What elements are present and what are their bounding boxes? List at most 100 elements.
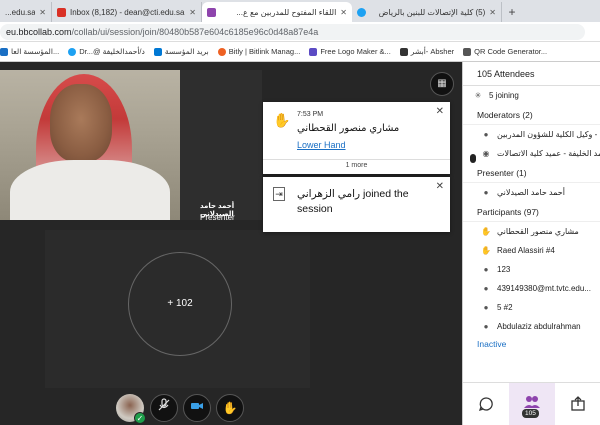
video-person-face xyxy=(50,84,112,162)
browser-tab-bar: ...edu.sa ✕ Inbox (8,182) - dean@cti.edu… xyxy=(0,0,600,22)
attendee-row[interactable]: ✋ Raed Alassiri #4 xyxy=(463,241,600,260)
bookmark-item[interactable]: المؤسسة العا... xyxy=(0,47,59,56)
browser-tab-twitter[interactable]: (5) كلية الإتصالات للبنين بالرياض ✕ xyxy=(352,2,502,22)
new-tab-button[interactable]: + xyxy=(502,2,522,22)
mic-muted-button[interactable] xyxy=(150,394,178,422)
document-icon xyxy=(399,47,408,56)
bookmark-item[interactable]: أبشر- Absher xyxy=(399,47,455,56)
bookmark-label: QR Code Generator... xyxy=(474,47,548,56)
twitter-icon xyxy=(357,7,366,17)
user-icon: ● xyxy=(483,130,489,139)
bookmark-icon xyxy=(0,47,8,56)
share-content-button[interactable] xyxy=(555,383,600,425)
close-tab-icon[interactable]: ✕ xyxy=(340,8,347,17)
attendees-icon xyxy=(524,396,540,408)
browser-tab-inbox[interactable]: Inbox (8,182) - dean@cti.edu.sa ✕ xyxy=(52,2,202,22)
join-notification: ⇥ رامي الزهراني joined the session ✕ xyxy=(263,177,450,232)
presenter-video[interactable] xyxy=(0,70,180,220)
camera-button[interactable] xyxy=(183,394,211,422)
attendee-row[interactable]: ● 5 #2 xyxy=(463,298,600,317)
attendees-header: 105 Attendees xyxy=(463,62,600,86)
bookmark-label: Free Logo Maker &... xyxy=(320,47,391,56)
attendee-row[interactable]: ● 123 xyxy=(463,260,600,279)
tab-title: اللقاء المفتوح للمدربين مع ع... xyxy=(236,7,337,17)
attendee-name: مشاري منصور القحطاني xyxy=(497,227,579,236)
more-notifications-link[interactable]: 1 more xyxy=(263,159,450,169)
attendee-row[interactable]: ✋ مشاري منصور القحطاني xyxy=(463,222,600,241)
attendee-name: 123 xyxy=(497,265,511,274)
twitter-icon xyxy=(68,47,77,56)
hand-icon: ✋ xyxy=(481,246,491,255)
bookmark-label: Bitly | Bitlink Manag... xyxy=(228,47,301,56)
hand-icon: ✋ xyxy=(273,112,291,128)
attendee-name: Raed Alassiri #4 xyxy=(497,246,555,255)
bookmark-label: Dr...@ د/أحمدالخليفة xyxy=(79,47,145,56)
joining-label: 5 joining xyxy=(489,91,519,100)
bookmark-item[interactable]: Free Logo Maker &... xyxy=(309,47,391,56)
presenter-role: Presenter xyxy=(200,213,235,222)
layout-toggle-button[interactable]: ▦ xyxy=(430,72,454,96)
enter-icon: ⇥ xyxy=(273,187,285,201)
bookmark-item[interactable]: بريد المؤسسة xyxy=(153,47,209,56)
attendee-name: 5 #2 xyxy=(497,303,513,312)
attendee-row[interactable]: ● Abdulaziz abdulrahman xyxy=(463,317,600,336)
video-person-body xyxy=(10,160,170,220)
attendee-row[interactable]: ● 439149380@mt.tvtc.edu... xyxy=(463,279,600,298)
bitly-icon xyxy=(217,47,226,56)
tab-title: Inbox (8,182) - dean@cti.edu.sa xyxy=(70,7,185,17)
chat-icon xyxy=(478,397,493,412)
lower-hand-link[interactable]: Lower Hand xyxy=(297,140,346,150)
my-avatar[interactable]: ✓ xyxy=(116,394,146,424)
bookmark-label: بريد المؤسسة xyxy=(164,47,209,56)
close-icon[interactable]: ✕ xyxy=(436,181,444,192)
camera-icon xyxy=(191,403,203,409)
attendee-name: أحمد الخليفة - عميد كلية الاتصالات xyxy=(497,149,600,158)
tab-title: (5) كلية الإتصالات للبنين بالرياض xyxy=(378,7,486,17)
panel-footer: 105 xyxy=(463,382,600,425)
bookmark-item[interactable]: Bitly | Bitlink Manag... xyxy=(217,47,301,56)
attendee-row[interactable]: ● وكيل الكلية للشؤون المدربين - ... xyxy=(463,125,600,144)
user-icon: ● xyxy=(483,322,489,331)
overflow-participants-circle[interactable]: + 102 xyxy=(128,252,232,356)
inactive-section[interactable]: Inactive xyxy=(463,336,600,352)
avatar: ◉ xyxy=(482,149,490,158)
share-icon xyxy=(571,396,585,411)
user-icon: ● xyxy=(483,284,489,293)
bookmark-item[interactable]: QR Code Generator... xyxy=(463,47,547,56)
chat-button[interactable] xyxy=(463,383,509,425)
qr-code-icon xyxy=(463,47,472,56)
presenter-header[interactable]: Presenter (1) xyxy=(463,163,600,183)
attendees-button[interactable]: 105 xyxy=(509,383,555,425)
close-icon[interactable]: ✕ xyxy=(436,106,444,117)
bookmark-label: المؤسسة العا... xyxy=(11,47,60,56)
browser-tab-1[interactable]: ...edu.sa ✕ xyxy=(0,2,52,22)
attendees-panel: 105 Attendees ✳ 5 joining Moderators (2) … xyxy=(462,62,600,425)
bookmark-item[interactable]: Dr...@ د/أحمدالخليفة xyxy=(68,47,145,56)
notification-name: مشاري منصور القحطاني xyxy=(297,123,400,134)
close-tab-icon[interactable]: ✕ xyxy=(189,8,196,17)
participants-header[interactable]: Participants (97) xyxy=(463,202,600,222)
browser-tab-session[interactable]: اللقاء المفتوح للمدربين مع ع... ✕ xyxy=(202,2,352,22)
moderators-header[interactable]: Moderators (2) xyxy=(463,105,600,125)
notification-message: رامي الزهراني joined the session xyxy=(297,188,409,215)
close-tab-icon[interactable]: ✕ xyxy=(39,8,46,17)
loading-icon: ✳ xyxy=(474,91,482,100)
user-icon: ● xyxy=(483,303,489,312)
status-check-icon: ✓ xyxy=(134,412,146,424)
moderator-mic-icon xyxy=(470,154,476,163)
url-host: eu.bbcollab.com xyxy=(6,26,72,37)
raise-hand-button[interactable]: ✋ xyxy=(216,394,244,422)
attendee-row[interactable]: ● أحمد حامد الصيدلاني xyxy=(463,183,600,202)
gmail-icon xyxy=(57,7,66,17)
address-bar[interactable]: eu.bbcollab.com/collab/ui/session/join/8… xyxy=(0,23,585,40)
collaborate-icon xyxy=(207,7,216,17)
joining-row[interactable]: ✳ 5 joining xyxy=(463,86,600,105)
close-tab-icon[interactable]: ✕ xyxy=(489,8,496,17)
url-path: /collab/ui/session/join/80480b587e604c61… xyxy=(71,26,319,37)
session-controls: ✓ ✋ xyxy=(0,392,462,425)
attendees-count-badge: 105 xyxy=(522,409,539,418)
bookmark-label: أبشر- Absher xyxy=(410,47,455,56)
attendee-name: Abdulaziz abdulrahman xyxy=(497,322,581,331)
attendee-row[interactable]: ◉ أحمد الخليفة - عميد كلية الاتصالات xyxy=(463,144,600,163)
session-stage: أحمد حامد الصيدلاني Presenter ▦ + 102 ✓ … xyxy=(0,62,462,425)
